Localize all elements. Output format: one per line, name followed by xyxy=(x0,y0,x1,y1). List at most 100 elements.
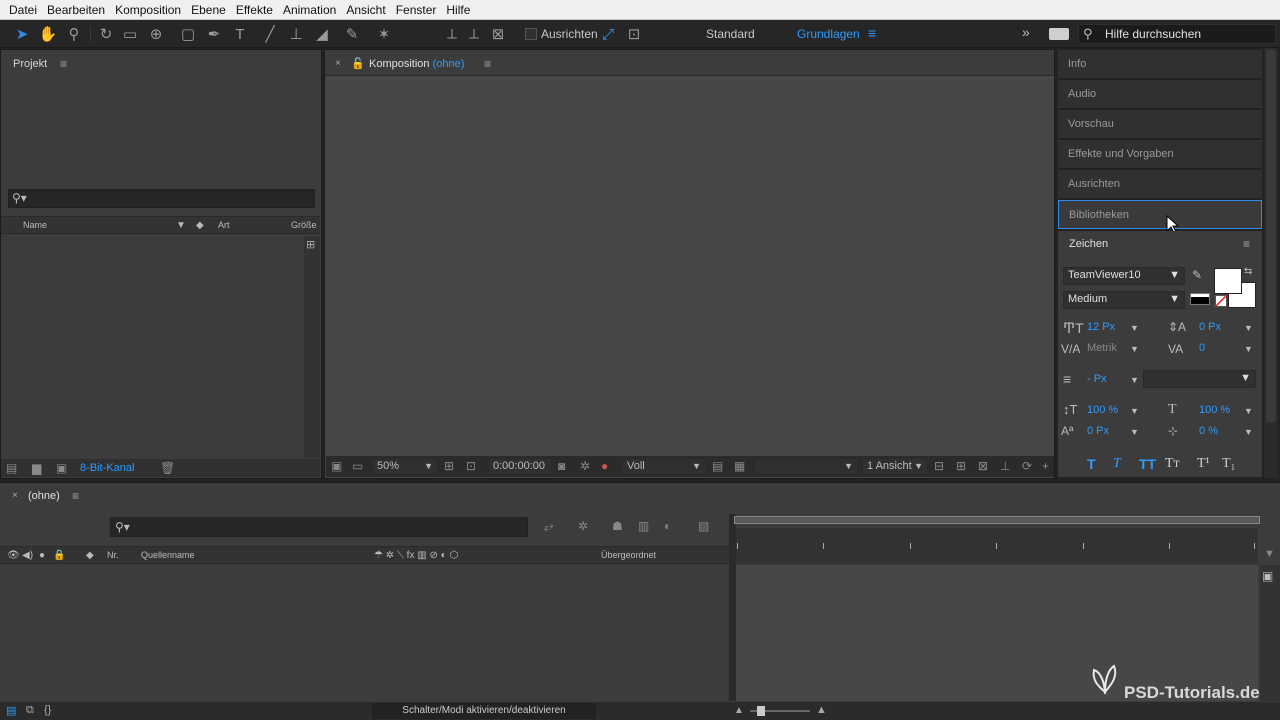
no-color-icon[interactable] xyxy=(1215,295,1227,307)
vertical-scale-value[interactable]: 100 % xyxy=(1087,404,1118,416)
hand-tool-icon[interactable]: ✋ xyxy=(38,24,58,44)
menu-fenster[interactable]: Fenster xyxy=(391,0,442,20)
chevron-down-icon[interactable]: ▼ xyxy=(1130,406,1139,416)
zoom-out-icon[interactable]: ▲ xyxy=(734,705,744,716)
font-style-dropdown[interactable]: Medium ▼ xyxy=(1063,291,1185,309)
pan-behind-tool-icon[interactable]: ⊕ xyxy=(146,24,166,44)
camera-icon[interactable]: ◙ xyxy=(558,459,565,473)
graph-editor-icon[interactable]: ▧ xyxy=(698,519,709,533)
chevron-down-icon[interactable]: ▼ xyxy=(1244,427,1253,437)
menu-ebene[interactable]: Ebene xyxy=(186,0,231,20)
snap-options-icon[interactable]: ⊡ xyxy=(624,24,644,44)
menu-animation[interactable]: Animation xyxy=(278,0,341,20)
chevron-down-icon[interactable]: ▼ xyxy=(1130,375,1139,385)
motion-blur-icon[interactable]: ◐ xyxy=(664,519,671,533)
swap-colors-icon[interactable]: ⇆ xyxy=(1244,266,1252,277)
trash-icon[interactable]: 🗑 xyxy=(160,461,175,475)
column-nr[interactable]: Nr. xyxy=(107,550,119,560)
resolution-dropdown[interactable]: Voll ▼ xyxy=(622,458,706,475)
frame-blending-icon[interactable]: ▥ xyxy=(638,519,649,533)
timecode-display[interactable]: 0:00:00:00 xyxy=(488,458,552,475)
region-of-interest-icon[interactable]: ⊡ xyxy=(466,459,476,473)
lock-icon[interactable]: 🔒 xyxy=(53,550,65,561)
font-family-dropdown[interactable]: TeamViewer10 ▼ xyxy=(1063,267,1185,285)
chevron-down-icon[interactable]: ▼ xyxy=(176,220,186,231)
timeline-track-area[interactable] xyxy=(736,565,1258,701)
menu-ansicht[interactable]: Ansicht xyxy=(341,0,390,20)
eyedropper-icon[interactable]: ✎ xyxy=(1192,268,1202,282)
tracking-value[interactable]: 0 xyxy=(1199,342,1205,354)
all-caps-button[interactable]: TT xyxy=(1139,456,1156,472)
leading-value[interactable]: 0 Px xyxy=(1199,321,1221,333)
always-preview-icon[interactable]: ▣ xyxy=(331,459,342,473)
axis-world-icon[interactable]: ⟂ xyxy=(464,24,484,44)
show-snapshot-icon[interactable]: ✲ xyxy=(580,459,590,473)
chevron-down-icon[interactable]: ▼ xyxy=(1244,406,1253,416)
text-tool-icon[interactable]: T xyxy=(230,24,250,44)
keyboard-icon[interactable] xyxy=(1049,28,1069,40)
font-size-value[interactable]: 12 Px xyxy=(1087,321,1115,333)
rectangle-tool-icon[interactable]: ▢ xyxy=(178,24,198,44)
eye-icon[interactable]: 👁 xyxy=(7,550,20,561)
rotate-tool-icon[interactable]: ↻ xyxy=(96,24,116,44)
zeichen-panel-title[interactable]: Zeichen xyxy=(1069,238,1108,250)
small-caps-button[interactable]: Tт xyxy=(1165,456,1180,472)
workspace-standard[interactable]: Standard xyxy=(706,27,755,41)
puppet-tool-icon[interactable]: ✶ xyxy=(374,24,394,44)
flowchart-alt-icon[interactable]: ⊥ xyxy=(1000,459,1010,473)
composition-tab[interactable]: Komposition (ohne) xyxy=(369,58,464,70)
in-out-icon[interactable]: {} xyxy=(44,704,51,716)
black-white-swatch[interactable] xyxy=(1190,293,1210,305)
new-composition-icon[interactable]: ▣ xyxy=(56,461,67,475)
superscript-button[interactable]: T¹ xyxy=(1197,456,1210,472)
clone-stamp-tool-icon[interactable]: ⊥ xyxy=(286,24,306,44)
camera-view-dropdown[interactable]: ▼ xyxy=(754,458,858,475)
timeline-tab[interactable]: (ohne) xyxy=(28,490,60,502)
menu-komposition[interactable]: Komposition xyxy=(110,0,186,20)
menu-datei[interactable]: Datei xyxy=(4,0,42,20)
axis-local-icon[interactable]: ⟂ xyxy=(442,24,462,44)
transparency-grid-icon[interactable]: ▦ xyxy=(734,459,745,473)
zoom-slider-thumb[interactable] xyxy=(757,706,765,716)
timeline-splitter[interactable] xyxy=(729,514,736,701)
chevron-down-icon[interactable]: ▼ xyxy=(1130,427,1139,437)
zoom-dropdown[interactable]: 50% ▼ xyxy=(372,458,438,475)
camera-tool-icon[interactable]: ▭ xyxy=(120,24,140,44)
chevron-down-icon[interactable]: ▼ xyxy=(1244,344,1253,354)
project-scrollbar[interactable] xyxy=(304,236,320,458)
column-art[interactable]: Art xyxy=(218,220,230,230)
zoom-in-icon[interactable]: ▲ xyxy=(816,704,827,716)
zoom-tool-icon[interactable]: ⚲ xyxy=(64,24,84,44)
plus-icon[interactable]: + xyxy=(1042,459,1049,473)
stroke-type-dropdown[interactable]: ▼ xyxy=(1143,370,1256,388)
stroke-width-value[interactable]: - Px xyxy=(1087,373,1107,385)
menu-effekte[interactable]: Effekte xyxy=(231,0,278,20)
brush-tool-icon[interactable]: ╱ xyxy=(260,24,280,44)
solo-icon[interactable]: ● xyxy=(39,550,45,561)
workspace-menu-icon[interactable]: ≡ xyxy=(868,25,876,41)
view-layout-dropdown[interactable]: 1 Ansicht ▼ xyxy=(862,458,928,475)
timeline-ruler[interactable] xyxy=(736,528,1258,564)
workspace-overflow-icon[interactable]: » xyxy=(1022,24,1030,40)
project-panel-menu-icon[interactable]: ≡ xyxy=(60,57,67,71)
tab-effekte-und-vorgaben[interactable]: Effekte und Vorgaben xyxy=(1058,140,1262,169)
hide-shy-layers-icon[interactable]: ☗ xyxy=(612,519,623,533)
layer-switches-icon[interactable]: ▤ xyxy=(6,704,16,717)
tab-vorschau[interactable]: Vorschau xyxy=(1058,110,1262,139)
eraser-tool-icon[interactable]: ◢ xyxy=(312,24,332,44)
menu-hilfe[interactable]: Hilfe xyxy=(441,0,475,20)
tsume-value[interactable]: 0 % xyxy=(1199,425,1218,437)
tab-info[interactable]: Info xyxy=(1058,50,1262,79)
flowchart-icon[interactable]: ⊞ xyxy=(306,238,315,251)
baseline-shift-value[interactable]: 0 Px xyxy=(1087,425,1109,437)
fast-previews-alt-icon[interactable]: ⊞ xyxy=(956,459,966,473)
pen-tool-icon[interactable]: ✒ xyxy=(204,24,224,44)
right-panel-scrollbar-thumb[interactable] xyxy=(1266,50,1276,422)
menu-bearbeiten[interactable]: Bearbeiten xyxy=(42,0,110,20)
kerning-value[interactable]: Metrik xyxy=(1087,342,1117,354)
interpret-footage-icon[interactable]: ▤ xyxy=(6,461,17,475)
project-panel-title[interactable]: Projekt xyxy=(13,58,47,70)
lock-icon[interactable]: 🔓 xyxy=(351,57,365,70)
audio-icon[interactable]: ◀) xyxy=(22,550,33,561)
channel-icon[interactable]: ● xyxy=(601,459,608,473)
